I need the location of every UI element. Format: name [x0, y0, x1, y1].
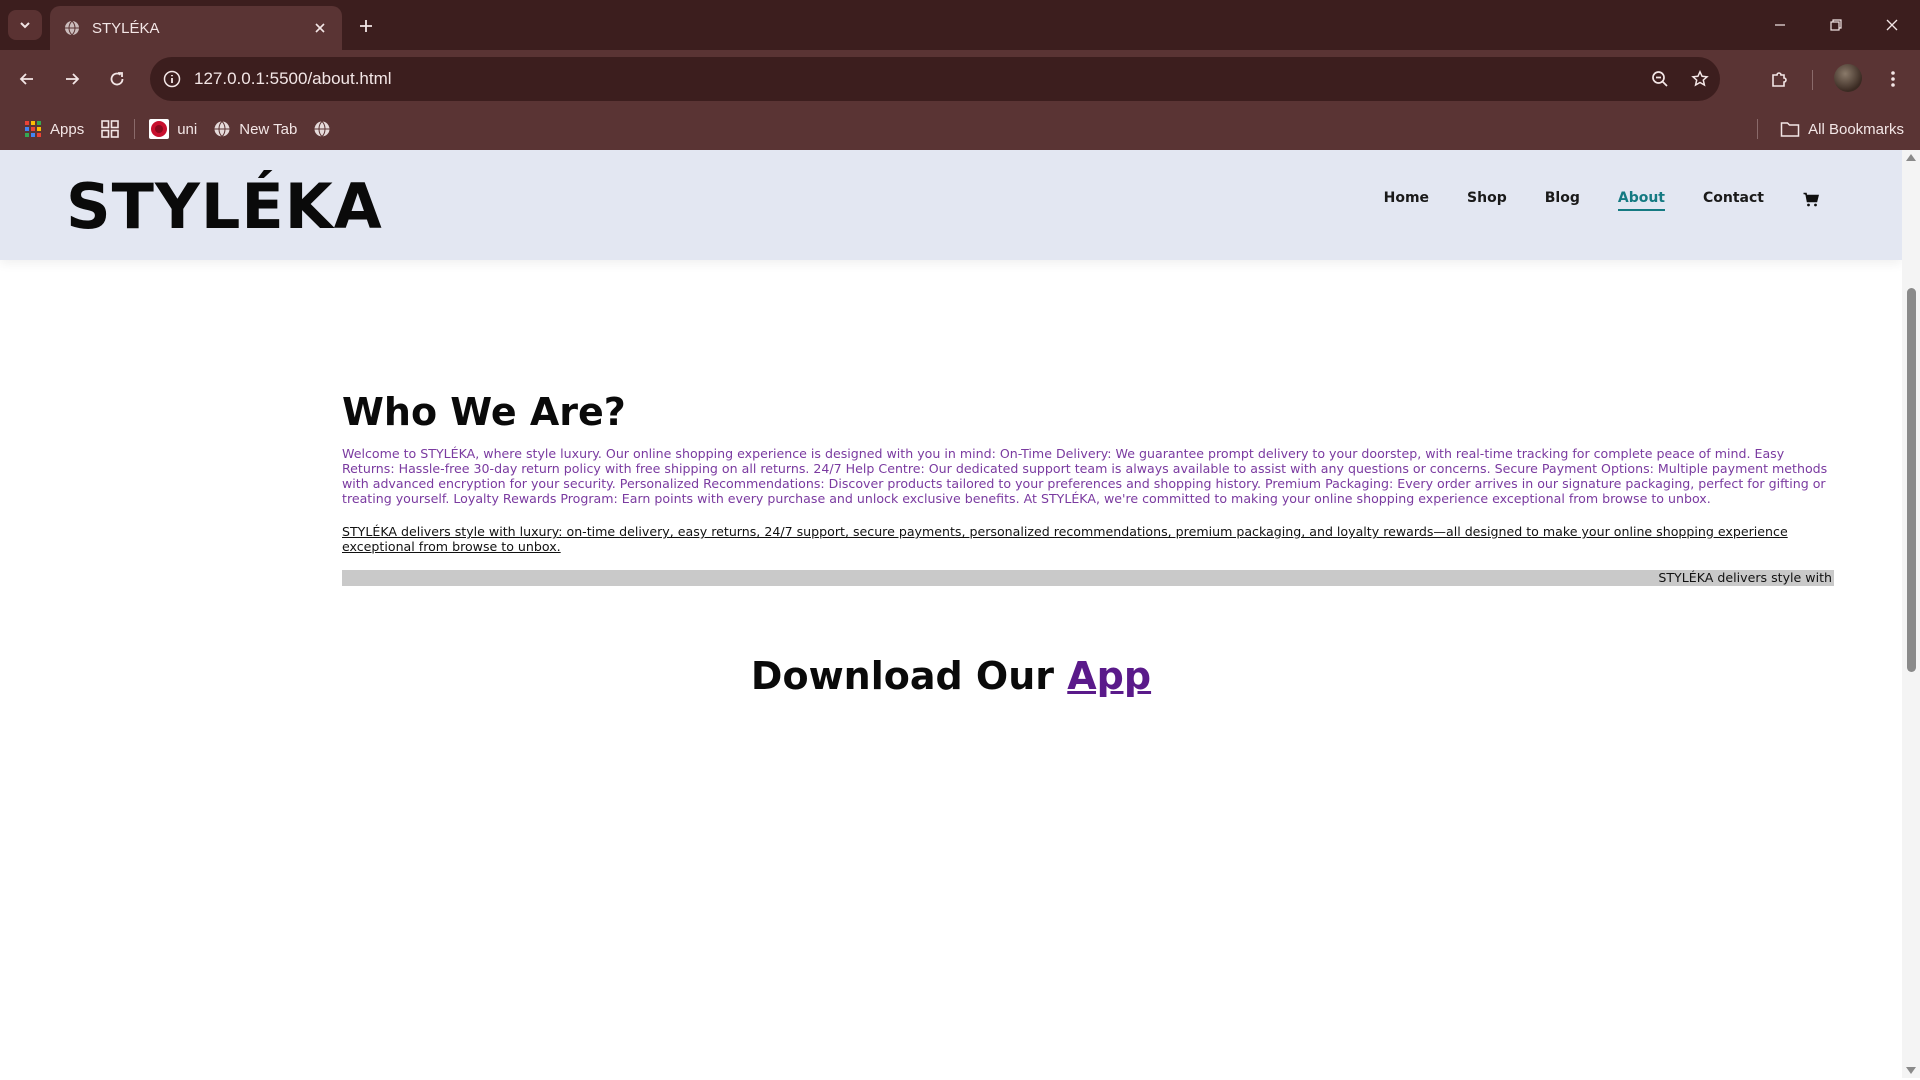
- scroll-thumb[interactable]: [1907, 288, 1916, 672]
- nav-about[interactable]: About: [1617, 190, 1666, 211]
- bookmark-uni[interactable]: uni: [141, 114, 205, 144]
- window-controls: [1752, 0, 1920, 50]
- browser-menu-button[interactable]: [1876, 62, 1910, 96]
- nav-contact[interactable]: Contact: [1703, 190, 1764, 210]
- star-icon: [1691, 70, 1709, 87]
- profile-avatar[interactable]: [1834, 64, 1862, 92]
- extensions-button[interactable]: [1763, 62, 1797, 96]
- new-tab-button[interactable]: [352, 12, 380, 40]
- grid-icon: [101, 120, 120, 138]
- about-title: Who We Are?: [342, 390, 626, 434]
- site-nav: Home Shop Blog About Contact: [1346, 190, 1820, 211]
- browser-tab-bar: STYLÉKA: [0, 0, 1920, 50]
- minimize-button[interactable]: [1752, 0, 1808, 50]
- browser-toolbar: 127.0.0.1:5500/about.html: [0, 50, 1920, 108]
- cart-icon: [1803, 192, 1819, 207]
- all-bookmarks-button[interactable]: All Bookmarks: [1780, 114, 1904, 144]
- folder-icon: [1780, 122, 1800, 137]
- apps-grid-icon: [25, 121, 41, 137]
- globe-icon: [314, 121, 330, 137]
- restore-button[interactable]: [1808, 0, 1864, 50]
- puzzle-icon: [1772, 72, 1787, 87]
- chevron-down-icon: [20, 22, 30, 29]
- uni-favicon-icon: [149, 119, 170, 139]
- minimize-icon: [1775, 24, 1785, 26]
- site-info-icon[interactable]: [150, 57, 194, 101]
- download-app-link[interactable]: App: [1067, 654, 1151, 698]
- plus-icon: [360, 20, 372, 32]
- address-bar[interactable]: 127.0.0.1:5500/about.html: [150, 57, 1720, 101]
- page-viewport: STYLÉKA Home Shop Blog About Contact Who…: [0, 150, 1902, 1078]
- bookmark-apps[interactable]: Apps: [16, 114, 92, 144]
- about-summary[interactable]: STYLÉKA delivers style with luxury: on-t…: [342, 524, 1834, 554]
- download-title: Download Our App: [0, 654, 1902, 698]
- marquee-text: STYLÉKA delivers style with: [1658, 570, 1832, 585]
- bookmark-separator: [134, 119, 136, 139]
- all-bookmarks-label: All Bookmarks: [1808, 120, 1904, 138]
- bookmark-tab-groups[interactable]: [92, 114, 128, 144]
- close-icon: [1886, 19, 1898, 31]
- globe-icon: [65, 20, 79, 36]
- zoom-button[interactable]: [1640, 57, 1680, 101]
- nav-blog[interactable]: Blog: [1545, 190, 1580, 210]
- scroll-up-arrow-icon[interactable]: [1906, 154, 1916, 161]
- bookmark-globe[interactable]: [305, 114, 339, 144]
- globe-icon: [214, 121, 230, 137]
- bookmark-new-tab[interactable]: New Tab: [205, 114, 305, 144]
- tab-close-button[interactable]: [310, 18, 330, 38]
- close-icon: [315, 23, 325, 33]
- more-vertical-icon: [1891, 71, 1895, 87]
- nav-home[interactable]: Home: [1384, 190, 1429, 210]
- scroll-down-arrow-icon[interactable]: [1906, 1067, 1916, 1074]
- bookmark-label: New Tab: [239, 120, 298, 138]
- zoom-icon: [1652, 71, 1668, 87]
- site-logo[interactable]: STYLÉKA: [66, 170, 383, 243]
- bookmark-star-button[interactable]: [1680, 57, 1720, 101]
- reload-button[interactable]: [100, 62, 134, 96]
- bookmark-label: Apps: [50, 120, 85, 138]
- site-header: STYLÉKA Home Shop Blog About Contact: [0, 150, 1902, 260]
- arrow-right-icon: [66, 73, 80, 85]
- page-scrollbar[interactable]: [1902, 150, 1920, 1078]
- arrow-left-icon: [19, 73, 33, 85]
- url-text[interactable]: 127.0.0.1:5500/about.html: [194, 69, 1640, 89]
- toolbar-divider: [1812, 70, 1813, 90]
- nav-shop[interactable]: Shop: [1467, 190, 1507, 210]
- reload-icon: [110, 72, 124, 86]
- tab-title: STYLÉKA: [92, 19, 160, 37]
- close-window-button[interactable]: [1864, 0, 1920, 50]
- cart-link[interactable]: [1802, 191, 1820, 209]
- forward-button[interactable]: [55, 62, 89, 96]
- marquee-banner: STYLÉKA delivers style with: [342, 570, 1834, 586]
- bookmarks-bar: Apps uni New Tab All Bookmarks: [0, 108, 1920, 150]
- back-button[interactable]: [10, 62, 44, 96]
- restore-icon: [1830, 19, 1842, 31]
- about-intro: Welcome to STYLÉKA, where style luxury. …: [342, 446, 1828, 506]
- bookmark-label: uni: [177, 120, 198, 138]
- tab-search-button[interactable]: [8, 10, 42, 40]
- bookmark-separator: [1757, 119, 1758, 139]
- download-title-prefix: Download Our: [750, 654, 1068, 698]
- browser-tab-active[interactable]: STYLÉKA: [50, 6, 342, 50]
